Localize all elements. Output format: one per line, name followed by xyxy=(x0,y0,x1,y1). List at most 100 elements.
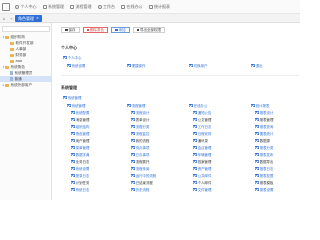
checkbox[interactable] xyxy=(131,159,135,164)
permission-item[interactable]: 表单设计 xyxy=(131,117,149,122)
tree-node[interactable]: ▸ 系统外部用户 xyxy=(0,82,52,88)
permission-item[interactable]: 个人邮件 xyxy=(193,180,211,185)
checkbox[interactable] xyxy=(131,131,135,136)
checkbox[interactable] xyxy=(71,187,75,192)
permission-item[interactable]: 待办事项 xyxy=(131,145,149,150)
permission-item[interactable]: 报表权限 xyxy=(255,173,273,178)
nav-system[interactable]: 系统管理 xyxy=(40,0,68,14)
tab-prev-icon[interactable]: « xyxy=(9,15,14,22)
checkbox[interactable] xyxy=(67,103,71,108)
permission-item[interactable]: 报表查询 xyxy=(255,124,273,129)
tab-close-icon[interactable]: × xyxy=(36,15,39,22)
permission-item[interactable]: 系统设置 xyxy=(67,63,85,68)
checkbox[interactable] xyxy=(193,173,197,178)
nav-personal[interactable]: 个人中心 xyxy=(12,0,40,14)
permission-item[interactable]: 流程传阅 xyxy=(131,166,149,171)
checkbox[interactable] xyxy=(131,180,135,185)
checkbox[interactable] xyxy=(71,159,75,164)
permission-item[interactable]: 工作日志 xyxy=(193,124,211,129)
permission-item[interactable]: 系统日志 xyxy=(71,187,89,192)
checkbox[interactable] xyxy=(71,117,75,122)
checkbox[interactable] xyxy=(193,159,197,164)
checkbox[interactable] xyxy=(189,103,193,108)
checkbox[interactable] xyxy=(131,173,135,178)
checkbox[interactable] xyxy=(255,131,259,136)
checkbox[interactable] xyxy=(193,110,197,115)
permission-item[interactable]: 角色管理 xyxy=(71,131,89,136)
checkbox[interactable] xyxy=(131,117,135,122)
checkbox[interactable] xyxy=(71,180,75,185)
permission-item[interactable]: 资产管理 xyxy=(193,166,211,171)
permission-item[interactable]: 流程监控 xyxy=(131,131,149,136)
permission-item[interactable]: 公文管理 xyxy=(193,117,211,122)
checkbox[interactable] xyxy=(255,180,259,185)
checkbox[interactable] xyxy=(193,166,197,171)
checkbox[interactable] xyxy=(255,138,259,143)
checkbox[interactable] xyxy=(193,152,197,157)
checkbox[interactable] xyxy=(255,124,259,129)
permission-item[interactable]: 便捷操作 xyxy=(127,63,145,68)
permission-item[interactable]: 公共邮件 xyxy=(193,173,211,178)
checkbox[interactable] xyxy=(251,63,255,68)
tab-role-management[interactable]: 角色管理 × xyxy=(15,15,42,22)
permission-item[interactable]: 通知公告 xyxy=(193,110,211,115)
checkbox[interactable] xyxy=(255,110,259,115)
checkbox[interactable] xyxy=(193,145,197,150)
add-button[interactable]: 添加 xyxy=(111,27,130,33)
permission-item[interactable]: 车辆管理 xyxy=(193,152,211,157)
permission-item[interactable]: 已办事项 xyxy=(131,152,149,157)
checkbox[interactable] xyxy=(193,117,197,122)
checkbox[interactable] xyxy=(71,166,75,171)
permission-item[interactable]: 通讯录 xyxy=(193,138,208,143)
checkbox[interactable] xyxy=(255,152,259,157)
checkbox[interactable] xyxy=(71,173,75,178)
permission-item[interactable]: 业务日志 xyxy=(71,159,89,164)
home-icon[interactable]: ⌂ xyxy=(1,15,7,22)
checkbox[interactable] xyxy=(255,159,259,164)
permission-item[interactable]: 报表分类 xyxy=(255,145,273,150)
permission-item[interactable]: 报表发布 xyxy=(255,152,273,157)
checkbox[interactable] xyxy=(127,103,131,108)
checkbox[interactable] xyxy=(131,152,135,157)
checkbox[interactable] xyxy=(71,110,75,115)
checkbox[interactable] xyxy=(255,173,259,178)
permission-item[interactable]: 流程分类 xyxy=(131,124,149,129)
permission-item[interactable]: 数据字典 xyxy=(71,152,89,157)
save-button[interactable]: 保存 xyxy=(61,27,80,33)
nav-flow[interactable]: 流程管理 xyxy=(67,0,95,14)
permission-item[interactable]: 退出 xyxy=(251,63,263,68)
permission-item[interactable]: 已结束流程 xyxy=(131,180,153,185)
checkbox[interactable] xyxy=(67,63,71,68)
permission-item[interactable]: 组织结构 xyxy=(71,124,89,129)
checkbox[interactable] xyxy=(131,138,135,143)
permission-item[interactable]: 菜单管理 xyxy=(71,145,89,150)
permission-item[interactable]: 计划任务 xyxy=(71,180,89,185)
permission-item[interactable]: 报表设置 xyxy=(255,187,273,192)
checkbox[interactable] xyxy=(193,180,197,185)
permission-item[interactable]: 报表设计 xyxy=(255,110,273,115)
checkbox[interactable] xyxy=(189,63,193,68)
checkbox[interactable] xyxy=(255,145,259,150)
checkbox[interactable] xyxy=(131,124,135,129)
checkbox[interactable] xyxy=(255,117,259,122)
sidebar-search-input[interactable] xyxy=(2,26,50,32)
perm-root-system[interactable]: 系统管理 xyxy=(63,95,81,100)
permission-item[interactable]: 流程委托 xyxy=(131,159,149,164)
permission-item[interactable]: 运行中的流程 xyxy=(131,173,156,178)
permission-item[interactable]: 系统设置 xyxy=(71,166,89,171)
checkbox[interactable] xyxy=(71,138,75,143)
permission-item[interactable]: 档案管理 xyxy=(193,159,211,164)
permission-item[interactable]: 系统管理 xyxy=(67,103,85,108)
perm-root-personal[interactable]: 个人中心 xyxy=(63,55,81,60)
checkbox[interactable] xyxy=(131,166,135,171)
checkbox[interactable] xyxy=(131,187,135,192)
checkbox[interactable] xyxy=(127,63,131,68)
checkbox[interactable] xyxy=(131,110,135,115)
checkbox[interactable] xyxy=(71,152,75,157)
permission-item[interactable]: 用户管理 xyxy=(71,138,89,143)
permission-item[interactable]: 系统配置 xyxy=(71,110,89,115)
checkbox[interactable] xyxy=(63,95,67,100)
nav-desk[interactable]: 工作台 xyxy=(95,0,119,14)
permission-item[interactable]: 历史流程 xyxy=(131,187,149,192)
permission-item[interactable]: 切换用户 xyxy=(189,63,207,68)
